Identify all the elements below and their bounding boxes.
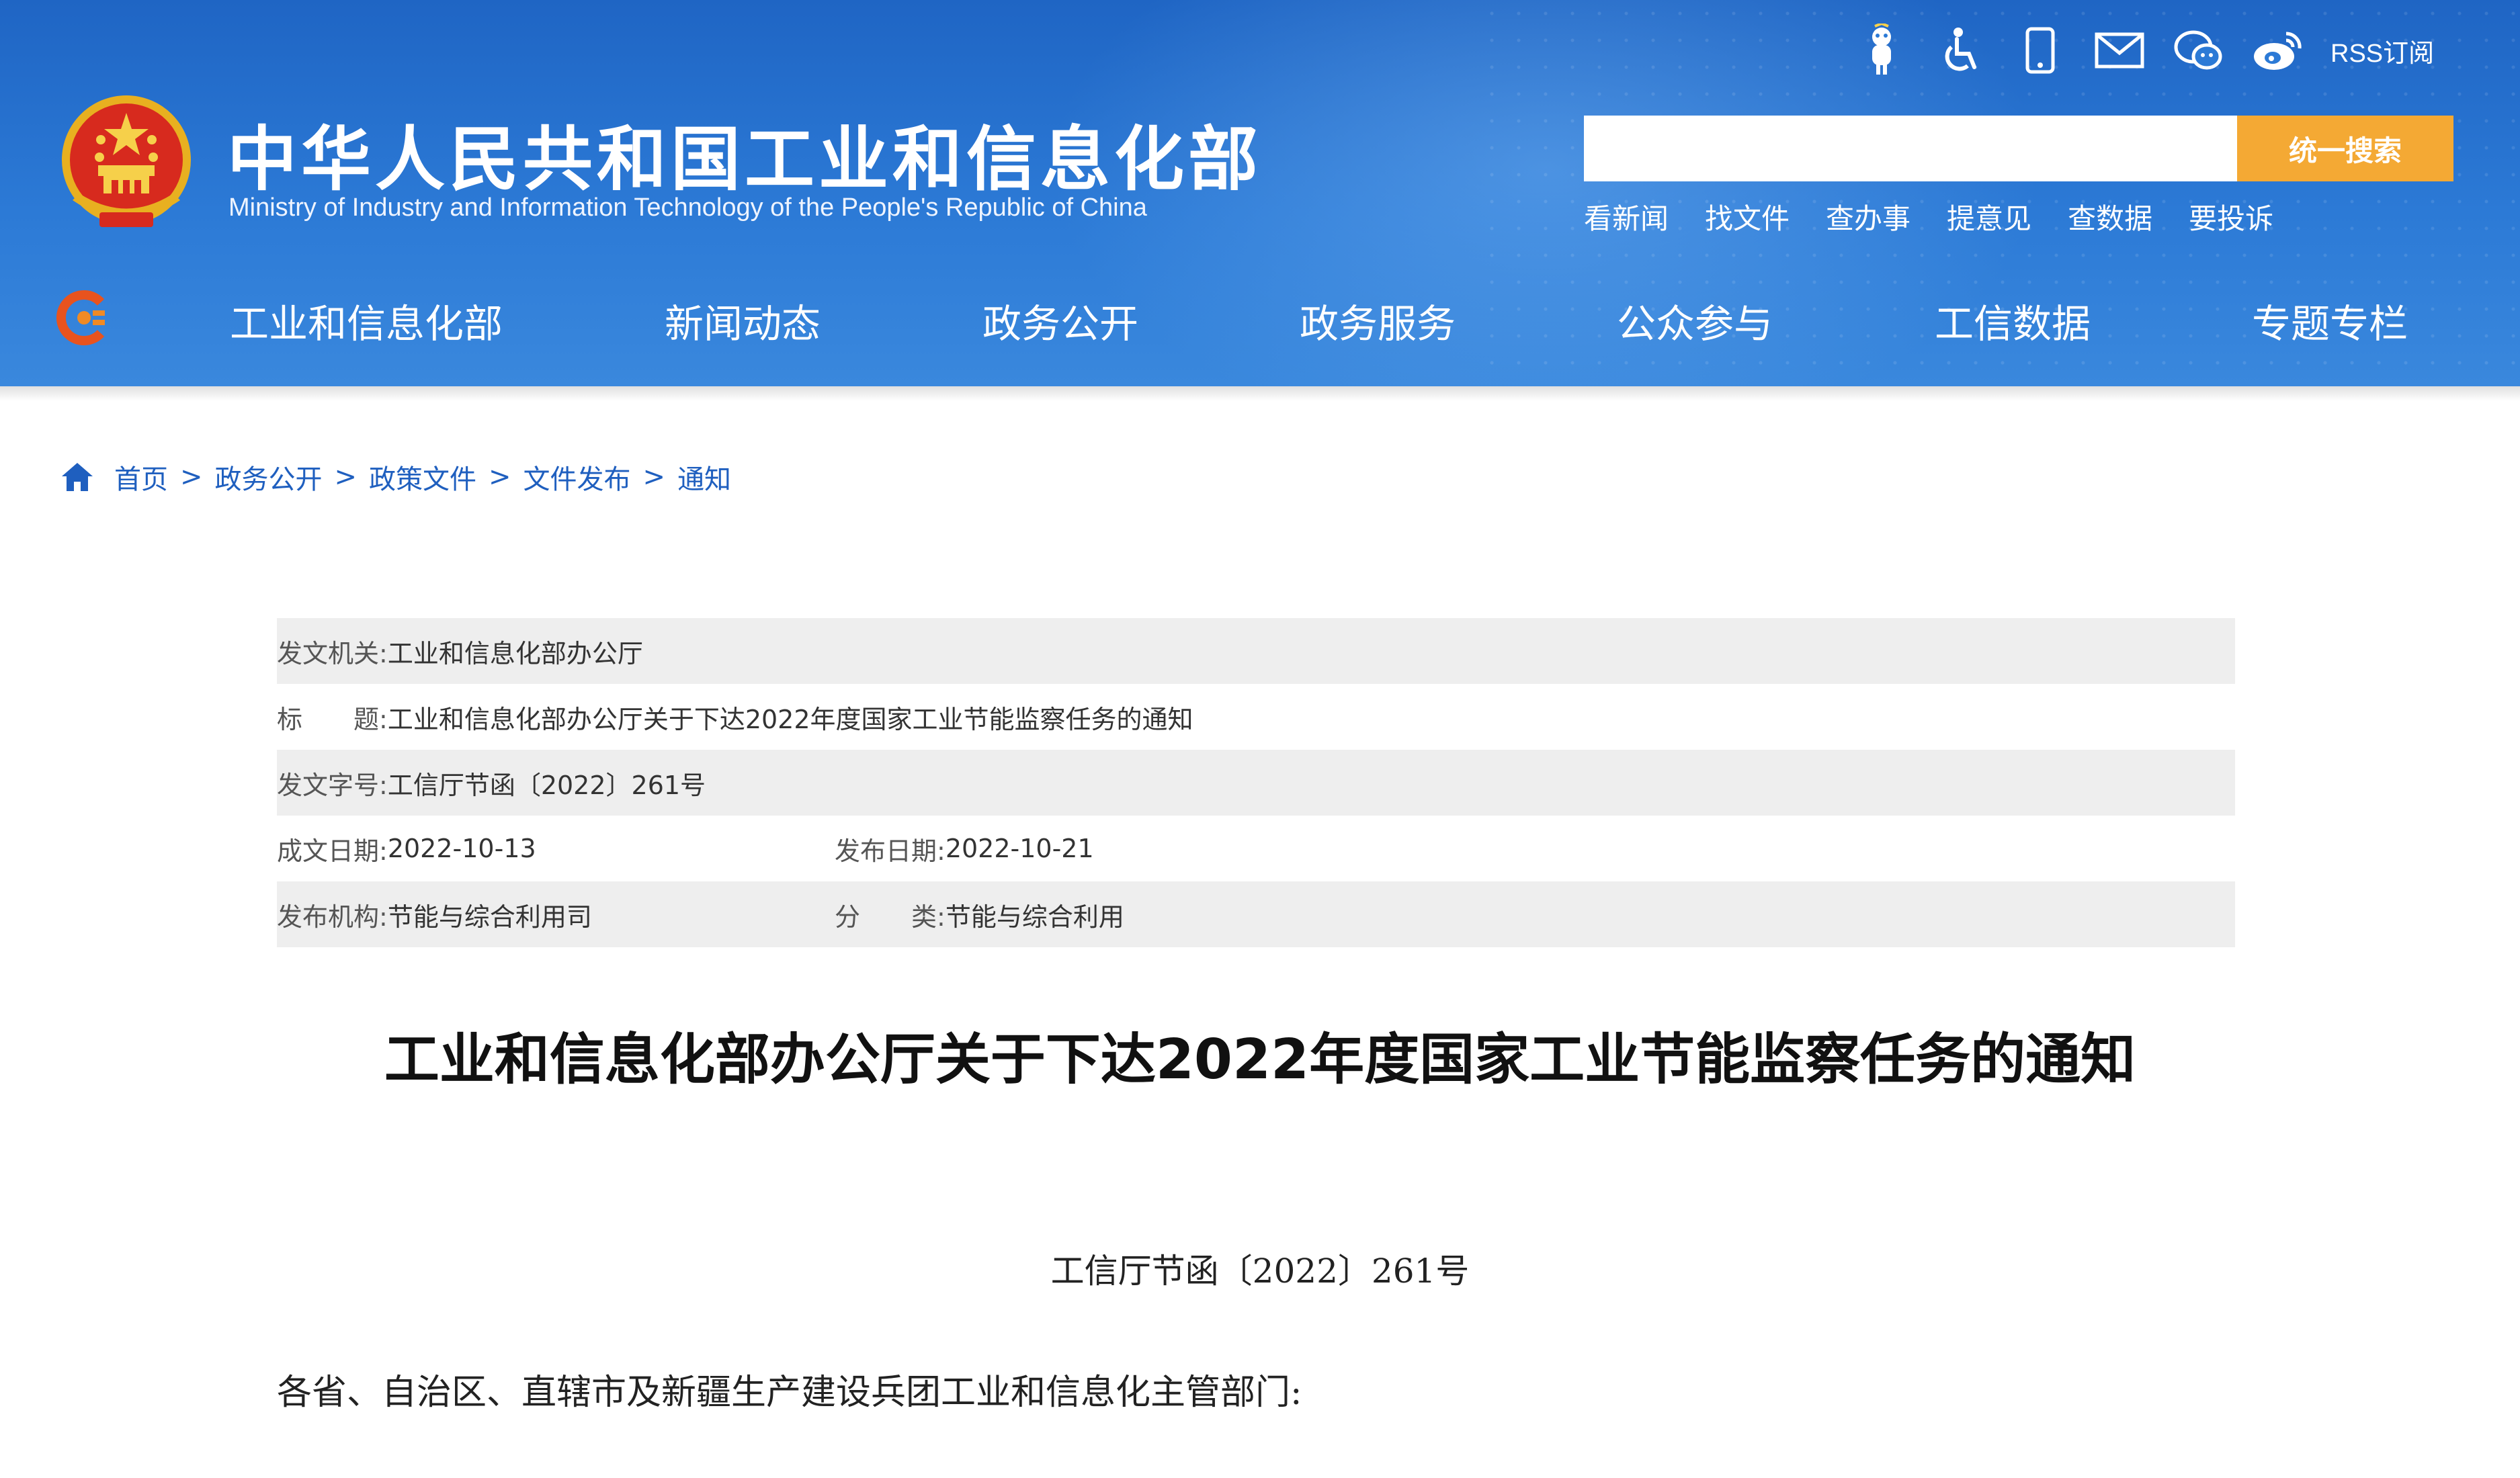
breadcrumb: 首页 > 政务公开 > 政策文件 > 文件发布 > 通知 — [59, 457, 731, 497]
meta-row-title: 标 题: 工业和信息化部办公厅关于下达2022年度国家工业节能监察任务的通知 — [277, 684, 2235, 750]
site-title: 中华人民共和国工业和信息化部 — [227, 118, 1263, 200]
search-button[interactable]: 统一搜索 — [2237, 116, 2453, 181]
breadcrumb-file-release[interactable]: 文件发布 — [523, 458, 631, 496]
publish-date-label: 发布日期: — [835, 836, 946, 866]
breadcrumb-notice[interactable]: 通知 — [677, 458, 731, 496]
quick-link-files[interactable]: 找文件 — [1705, 196, 1790, 237]
quick-link-news[interactable]: 看新闻 — [1584, 196, 1669, 237]
category-label: 分 类: — [835, 902, 946, 932]
nav-item-services[interactable]: 政务服务 — [1300, 292, 1456, 349]
issuer-label: 发文机关: — [277, 638, 388, 668]
breadcrumb-policy-docs[interactable]: 政策文件 — [369, 458, 476, 496]
ministry-logo-icon[interactable] — [54, 288, 114, 348]
wechat-icon[interactable] — [2172, 24, 2226, 77]
article-recipients: 各省、自治区、直辖市及新疆生产建设兵团工业和信息化主管部门: — [277, 1373, 1302, 1413]
mobile-icon[interactable] — [2013, 24, 2067, 77]
mascot-icon[interactable] — [1855, 24, 1908, 77]
meta-row-issuer: 发文机关: 工业和信息化部办公厅 — [277, 618, 2235, 684]
meta-row-dates: 成文日期: 2022-10-13 发布日期: 2022-10-21 — [277, 816, 2235, 881]
publish-date-value: 2022-10-21 — [945, 834, 1094, 863]
site-header: 中华人民共和国工业和信息化部 Ministry of Industry and … — [0, 0, 2520, 386]
publish-date-cell: 发布日期: 2022-10-21 — [835, 830, 1094, 867]
written-date-cell: 成文日期: 2022-10-13 — [277, 830, 835, 867]
category-value: 节能与综合利用 — [945, 902, 1124, 932]
written-date-value: 2022-10-13 — [387, 834, 536, 863]
nav-item-data[interactable]: 工信数据 — [1935, 292, 2091, 349]
accessibility-icon[interactable] — [1934, 24, 1988, 77]
quick-links: 看新闻 找文件 查办事 提意见 查数据 要投诉 — [1584, 196, 2310, 237]
title-value: 工业和信息化部办公厅关于下达2022年度国家工业节能监察任务的通知 — [387, 704, 1193, 734]
search-input[interactable] — [1584, 116, 2237, 181]
issuer-value: 工业和信息化部办公厅 — [387, 638, 643, 668]
meta-row-publisher: 发布机构: 节能与综合利用司 分 类: 节能与综合利用 — [277, 881, 2235, 947]
doc-no-label: 发文字号: — [277, 770, 388, 800]
nav-item-participation[interactable]: 公众参与 — [1617, 292, 1773, 349]
breadcrumb-separator: > — [489, 462, 511, 492]
quick-link-services[interactable]: 查办事 — [1826, 196, 1910, 237]
national-emblem-icon[interactable] — [59, 93, 194, 234]
publisher-label: 发布机构: — [277, 902, 388, 932]
written-date-label: 成文日期: — [277, 836, 388, 866]
home-icon[interactable] — [59, 460, 95, 494]
site-subtitle: Ministry of Industry and Information Tec… — [228, 193, 1147, 222]
quick-link-complaints[interactable]: 要投诉 — [2189, 196, 2273, 237]
utility-bar: RSS订阅 — [1855, 20, 2434, 81]
breadcrumb-separator: > — [642, 462, 666, 492]
meta-row-doc-no: 发文字号: 工信厅节函〔2022〕261号 — [277, 750, 2235, 816]
doc-no-value: 工信厅节函〔2022〕261号 — [387, 770, 706, 800]
header-divider — [0, 386, 2520, 401]
quick-link-data[interactable]: 查数据 — [2068, 196, 2152, 237]
article-title: 工业和信息化部办公厅关于下达2022年度国家工业节能监察任务的通知 — [384, 1028, 2136, 1092]
nav-item-gov-affairs[interactable]: 政务公开 — [982, 292, 1138, 349]
quick-link-feedback[interactable]: 提意见 — [1947, 196, 2031, 237]
category-cell: 分 类: 节能与综合利用 — [835, 896, 1124, 933]
rss-link[interactable]: RSS订阅 — [2330, 32, 2434, 69]
publisher-cell: 发布机构: 节能与综合利用司 — [277, 896, 835, 933]
publisher-value: 节能与综合利用司 — [387, 902, 592, 932]
nav-item-topics[interactable]: 专题专栏 — [2252, 292, 2408, 349]
weibo-icon[interactable] — [2251, 24, 2305, 77]
mail-icon[interactable] — [2093, 24, 2146, 77]
breadcrumb-gov-affairs[interactable]: 政务公开 — [215, 458, 323, 496]
breadcrumb-separator: > — [180, 462, 203, 492]
breadcrumb-home[interactable]: 首页 — [114, 458, 168, 496]
main-nav: 工业和信息化部 新闻动态 政务公开 政务服务 公众参与 工信数据 专题专栏 — [0, 265, 2520, 366]
document-meta-table: 发文机关: 工业和信息化部办公厅 标 题: 工业和信息化部办公厅关于下达2022… — [277, 618, 2235, 947]
article-doc-number: 工信厅节函〔2022〕261号 — [1050, 1252, 1470, 1291]
nav-item-home[interactable]: 工业和信息化部 — [230, 292, 503, 349]
title-label: 标 题: — [277, 704, 388, 734]
nav-item-news[interactable]: 新闻动态 — [665, 292, 821, 349]
breadcrumb-separator: > — [334, 462, 358, 492]
